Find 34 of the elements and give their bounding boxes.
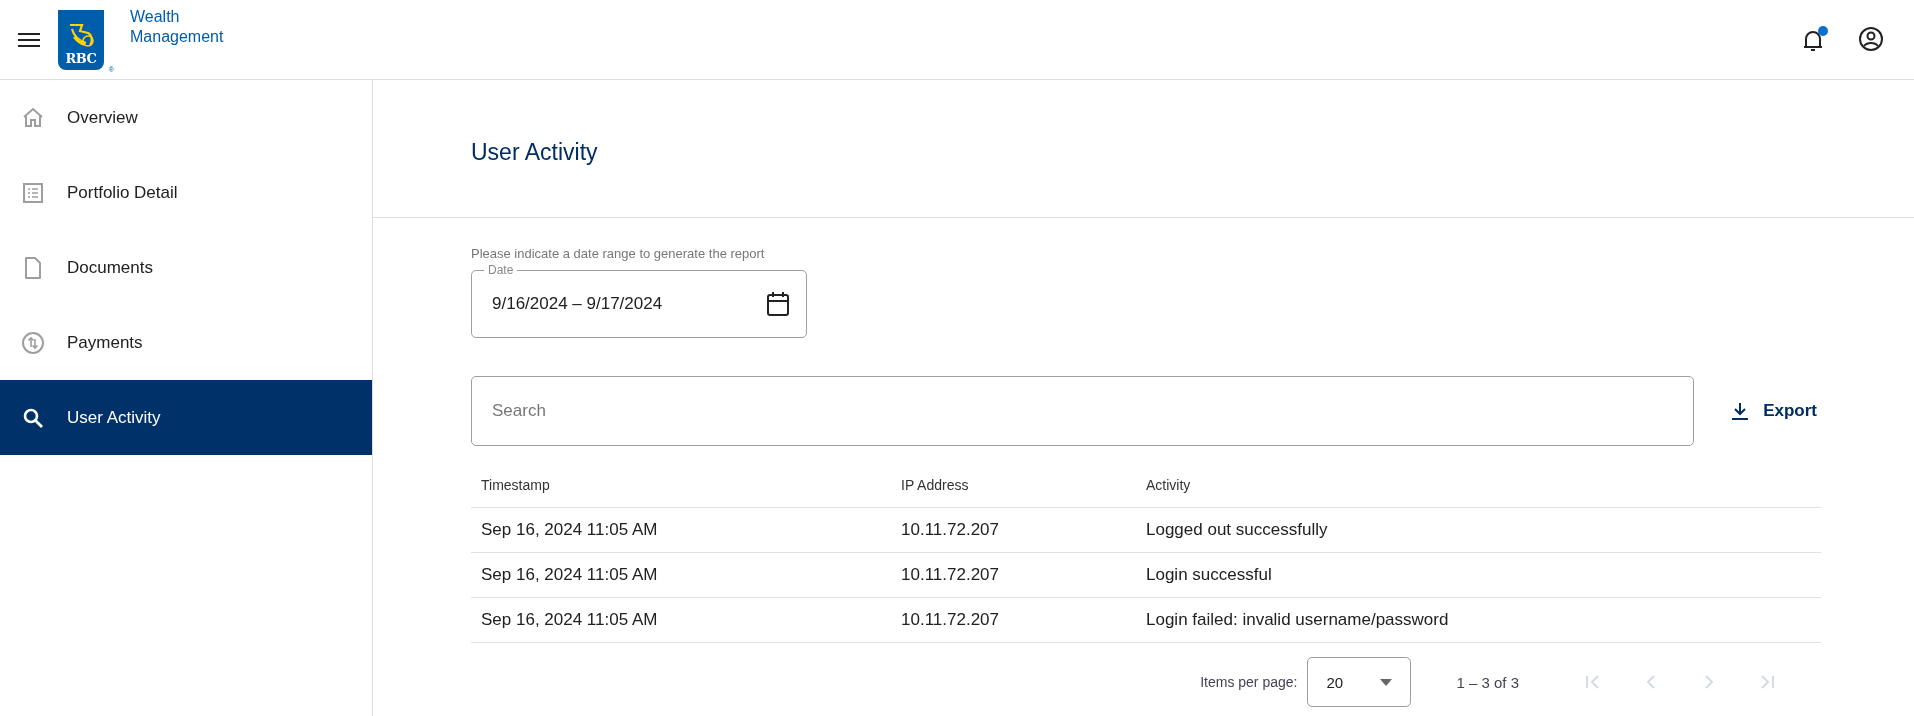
sidebar-item[interactable]: Overview	[0, 80, 372, 155]
table-cell: Sep 16, 2024 11:05 AM	[471, 597, 891, 643]
table-cell: Login failed: invalid username/password	[1136, 597, 1821, 643]
sidebar-item[interactable]: Portfolio Detail	[0, 155, 372, 230]
table-cell: 10.11.72.207	[891, 552, 1136, 598]
sidebar-item[interactable]: Documents	[0, 230, 372, 305]
table-cell: 10.11.72.207	[891, 507, 1136, 553]
page-range: 1 – 3 of 3	[1456, 673, 1519, 691]
column-header: Activity	[1136, 462, 1821, 508]
date-range-hint: Please indicate a date range to generate the report	[471, 246, 766, 261]
brand-name: Management	[130, 26, 224, 47]
column-header: IP Address	[891, 462, 1136, 508]
home-icon	[21, 105, 45, 130]
sidebar-item[interactable]: Payments	[0, 305, 372, 380]
export-button[interactable]: Export	[1727, 397, 1821, 425]
search-field[interactable]: Search	[471, 376, 1695, 446]
calendar-icon[interactable]	[766, 291, 790, 317]
table-cell: Login successful	[1136, 552, 1821, 598]
table-cell: Sep 16, 2024 11:05 AM	[471, 507, 891, 553]
caret-icon	[1380, 678, 1393, 686]
table-cell: Logged out successfully	[1136, 507, 1821, 553]
page-size-dropdown[interactable]: 20	[1307, 657, 1412, 707]
column-header: Timestamp	[471, 462, 891, 508]
table-cell: Sep 16, 2024 11:05 AM	[471, 552, 891, 598]
page-title: User Activity	[471, 139, 598, 166]
list-icon	[21, 180, 45, 205]
account-button[interactable]	[1858, 25, 1884, 54]
items-per-page-label: Items per page:	[1200, 674, 1298, 690]
notifications-button[interactable]	[1802, 25, 1828, 54]
table-cell: 10.11.72.207	[891, 597, 1136, 643]
sidebar-item[interactable]: User Activity	[0, 380, 372, 455]
brand-name: Wealth	[130, 6, 181, 27]
download-icon	[1731, 402, 1750, 420]
exchange-icon	[21, 330, 45, 355]
